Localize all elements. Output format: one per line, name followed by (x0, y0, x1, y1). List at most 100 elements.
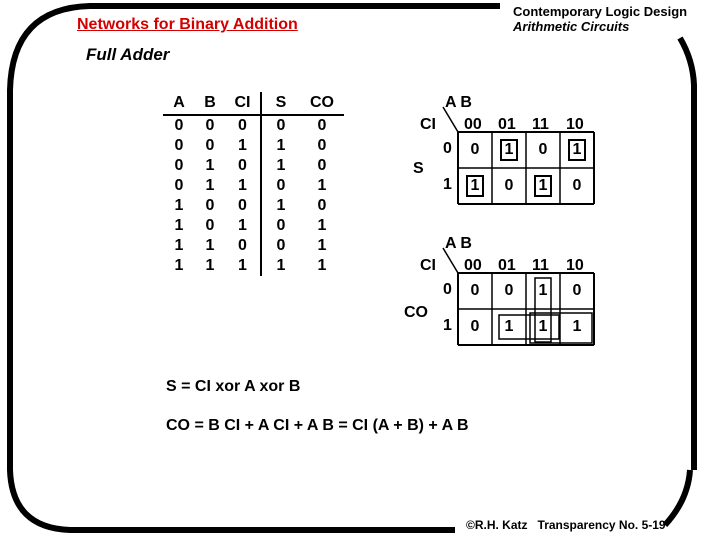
kmap-cell: 0 (492, 168, 526, 204)
kmap-cell: 0 (458, 309, 492, 345)
kmap-cell-value: 0 (470, 282, 480, 299)
slide-title: Networks for Binary Addition (77, 16, 298, 33)
truth-table-row: 11111 (163, 256, 344, 276)
kmap-cell: 0 (492, 273, 526, 309)
course-topic: Arithmetic Circuits (513, 19, 630, 34)
truth-table-cell: 1 (174, 197, 184, 214)
truth-table-cell: 0 (260, 115, 300, 136)
kmap-sum: A B CI S 00 01 11 10 0 1 0 1 0 1 1 0 1 0 (400, 92, 610, 217)
truth-table-cell: 1 (317, 257, 327, 274)
kmap-cell: 0 (458, 132, 492, 168)
copyright: ©R.H. Katz (466, 518, 528, 532)
truth-table-cell: 0 (174, 117, 184, 134)
truth-table-row: 10101 (163, 216, 344, 236)
truth-table-cell: 0 (174, 157, 184, 174)
truth-table-cell: 0 (205, 137, 215, 154)
truth-table-cell: 0 (205, 197, 215, 214)
truth-table-header: A B CI S CO (163, 92, 344, 116)
kmap-cell-value: 0 (572, 282, 582, 299)
truth-table-cell: 0 (238, 157, 247, 174)
col-header-ci: CI (225, 92, 261, 116)
truth-table-cell: 0 (317, 117, 327, 134)
truth-table-cell: 1 (205, 237, 215, 254)
kmap-cell: 1 (492, 132, 526, 168)
kmap-cell-value: 0 (504, 177, 514, 194)
truth-table-cell: 1 (238, 137, 247, 154)
col-header-b: B (195, 92, 225, 116)
truth-table-row: 11001 (163, 236, 344, 256)
truth-table-cell: 1 (205, 157, 215, 174)
kmap-row-header: 1 (443, 176, 452, 193)
truth-table-cell: 1 (260, 196, 300, 216)
kmap-row-header: 0 (443, 140, 452, 157)
course-title: Contemporary Logic Design (513, 4, 688, 19)
truth-table-cell: 0 (205, 117, 215, 134)
kmap-cell: 1 (526, 273, 560, 309)
truth-table-cell: 1 (260, 136, 300, 156)
kmap-cell: 0 (560, 168, 594, 204)
truth-table-cell: 1 (317, 237, 327, 254)
truth-table-cell: 0 (317, 137, 327, 154)
truth-table: A B CI S CO 0000000110010100110110010101… (163, 92, 344, 276)
kmap-output-label: CO (404, 304, 428, 321)
truth-table-cell: 1 (174, 217, 184, 234)
sum-equation: S = CI xor A xor B (166, 378, 301, 395)
truth-table-cell: 1 (238, 177, 247, 194)
kmap-cell-value: 1 (504, 318, 514, 335)
truth-table-cell: 1 (317, 177, 327, 194)
kmap-row-variable: CI (420, 257, 436, 274)
kmap-cell-value: 0 (538, 141, 548, 158)
slide-subtitle: Full Adder (86, 45, 170, 64)
kmap-cell-value: 0 (572, 177, 582, 194)
kmap-cell: 0 (560, 273, 594, 309)
truth-table-cell: 0 (238, 117, 247, 134)
kmap-cell: 1 (492, 309, 526, 345)
col-header-co: CO (300, 92, 344, 116)
kmap-cell: 1 (560, 309, 594, 345)
truth-table-cell: 0 (174, 137, 184, 154)
kmap-cell-value: 0 (470, 141, 480, 158)
kmap-cell-value: 1 (572, 318, 582, 335)
truth-table-cell: 1 (317, 217, 327, 234)
transparency-number: Transparency No. 5-19 (537, 518, 666, 532)
truth-table-row: 01101 (163, 176, 344, 196)
truth-table-cell: 1 (238, 217, 247, 234)
truth-table-cell: 1 (174, 257, 184, 274)
footer: ©R.H. Katz Transparency No. 5-19 (466, 518, 666, 532)
truth-table-cell: 0 (174, 177, 184, 194)
truth-table-row: 01010 (163, 156, 344, 176)
truth-table-row: 00110 (163, 136, 344, 156)
kmap-output-label: S (413, 160, 424, 177)
kmap-cell-value: 1 (538, 282, 548, 299)
kmap-cell-value: 0 (504, 282, 514, 299)
truth-table-cell: 0 (317, 157, 327, 174)
kmap-cell-value: 1 (499, 139, 519, 161)
truth-table-cell: 0 (238, 197, 247, 214)
slide-frame (7, 3, 697, 533)
truth-table-cell: 0 (260, 176, 300, 196)
kmap-cell: 1 (526, 168, 560, 204)
kmap-cell: 1 (526, 309, 560, 345)
truth-table-cell: 0 (205, 217, 215, 234)
truth-table-row: 10010 (163, 196, 344, 216)
kmap-cell-value: 0 (470, 318, 480, 335)
truth-table-cell: 1 (174, 237, 184, 254)
kmap-cell: 1 (560, 132, 594, 168)
truth-table-cell: 0 (260, 216, 300, 236)
kmap-cell: 0 (526, 132, 560, 168)
carry-equation: CO = B CI + A CI + A B = CI (A + B) + A … (166, 417, 469, 434)
truth-table-cell: 1 (205, 257, 215, 274)
col-header-s: S (260, 92, 300, 116)
truth-table-cell: 1 (260, 256, 300, 276)
truth-table-cell: 0 (317, 197, 327, 214)
course-header: Contemporary Logic Design Arithmetic Cir… (513, 4, 687, 34)
col-header-a: A (163, 92, 195, 116)
kmap-cell-value: 1 (533, 175, 553, 197)
truth-table-cell: 0 (260, 236, 300, 256)
kmap-cell: 0 (458, 273, 492, 309)
kmap-column-variables: A B (445, 235, 472, 252)
kmap-cell-value: 1 (567, 139, 587, 161)
kmap-column-variables: A B (445, 94, 472, 111)
truth-table-row: 00000 (163, 115, 344, 136)
kmap-cell: 1 (458, 168, 492, 204)
